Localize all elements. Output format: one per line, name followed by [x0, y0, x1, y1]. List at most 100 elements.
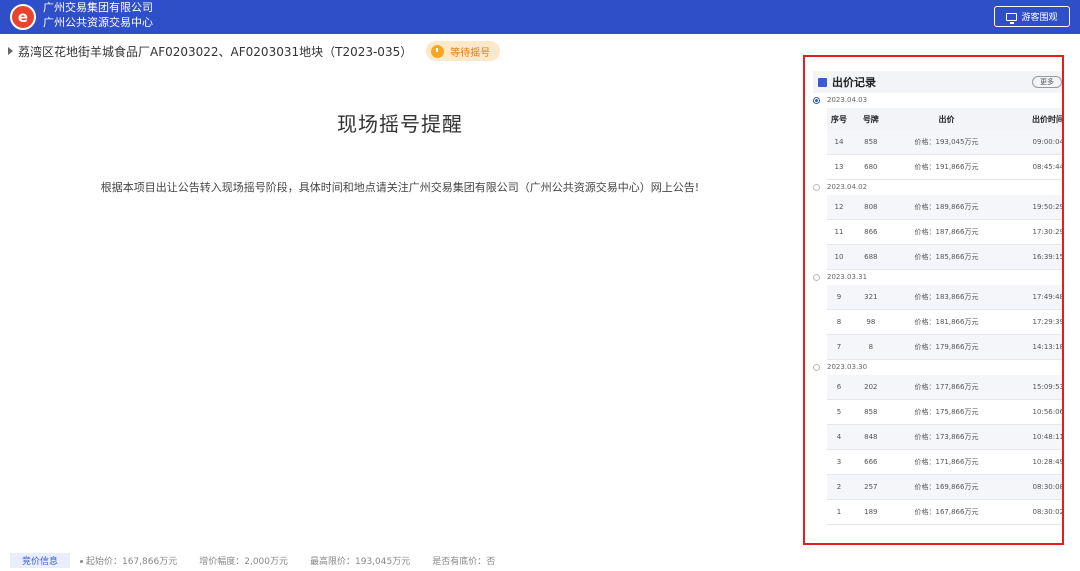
bid-record-title: 出价记录 [832, 76, 876, 89]
org-subname: 广州公共资源交易中心 [43, 16, 153, 29]
bid-price: 价格：193,045万元 [914, 138, 979, 146]
bid-row: 13 680 价格：191,866万元 08:45:44 [827, 155, 1064, 180]
bid-info-tab[interactable]: 竞价信息 [10, 552, 71, 568]
bid-time: 16:39:15 [1032, 253, 1064, 261]
record-icon [818, 77, 827, 87]
column-header: 序号 [830, 114, 847, 124]
timeline-dot-icon [813, 364, 820, 371]
timeline-dot-icon [813, 97, 820, 104]
bid-price: 价格：171,866万元 [914, 458, 979, 466]
bid-plate: 321 [864, 293, 878, 301]
bid-record-header: 出价记录 更多 [813, 71, 1062, 93]
bid-time: 10:56:06 [1032, 408, 1064, 416]
column-header: 出价 [938, 114, 955, 124]
bid-plate: 808 [864, 203, 878, 211]
bid-plate: 666 [864, 458, 878, 466]
bid-time: 17:29:39 [1032, 318, 1064, 326]
bid-plate: 680 [864, 163, 878, 171]
bid-record-panel: 出价记录 更多 2023.04.03 序号 号牌 出价 出价时间 14 858 价格：193,… [803, 55, 1064, 545]
bid-no: 7 [836, 343, 842, 351]
bid-no: 3 [836, 458, 842, 466]
bid-plate: 189 [864, 508, 878, 516]
bid-row: 11 866 价格：187,866万元 17:30:29 [827, 220, 1064, 245]
status-badge: 等待摇号 [426, 41, 501, 61]
timeline-dot-icon [813, 184, 820, 191]
more-button[interactable]: 更多 [1032, 76, 1062, 88]
bid-price: 价格：173,866万元 [914, 433, 979, 441]
bid-no: 1 [836, 508, 842, 516]
column-header-row: 序号 号牌 出价 出价时间 [827, 108, 1064, 130]
bid-no: 10 [834, 253, 844, 261]
bid-price: 价格：185,866万元 [914, 253, 979, 261]
bid-row: 10 688 价格：185,866万元 16:39:15 [827, 245, 1064, 270]
bid-price: 价格：191,866万元 [914, 163, 979, 171]
bid-time: 08:45:44 [1032, 163, 1064, 171]
bid-no: 4 [836, 433, 842, 441]
project-title-row: 荔湾区花地街羊城食品厂AF0203022、AF0203031地块（T2023-0… [8, 40, 501, 62]
logo-icon: e [10, 4, 36, 30]
caret-right-icon [8, 47, 13, 55]
bid-time: 19:50:29 [1032, 203, 1064, 211]
bid-row: 7 8 价格：179,866万元 14:13:18 [827, 335, 1064, 360]
bid-plate: 858 [864, 408, 878, 416]
column-header: 号牌 [862, 114, 879, 124]
bid-time: 15:09:53 [1032, 383, 1064, 391]
date-text: 2023.03.30 [827, 363, 868, 371]
bid-row: 8 98 价格：181,866万元 17:29:39 [827, 310, 1064, 335]
bid-time: 17:49:48 [1032, 293, 1064, 301]
bid-plate: 98 [866, 318, 876, 326]
bid-no: 8 [836, 318, 842, 326]
bid-row: 5 858 价格：175,866万元 10:56:06 [827, 400, 1064, 425]
clock-icon [431, 44, 445, 58]
bid-no: 2 [836, 483, 842, 491]
bid-plate: 202 [864, 383, 878, 391]
bid-plate: 848 [864, 433, 878, 441]
bid-plate: 866 [864, 228, 878, 236]
date-group-label: 2023.03.30 [813, 360, 1062, 375]
bid-record-list[interactable]: 出价记录 更多 2023.04.03 序号 号牌 出价 出价时间 14 858 价格：193,… [813, 71, 1064, 525]
bid-plate: 858 [864, 138, 878, 146]
notice-text: 根据本项目出让公告转入现场摇号阶段，具体时间和地点请关注广州交易集团有限公司（广… [100, 181, 700, 194]
bid-price: 价格：187,866万元 [914, 228, 979, 236]
bid-plate: 8 [868, 343, 874, 351]
bid-time: 14:13:18 [1032, 343, 1064, 351]
increment: 增价幅度：2,000万元 [199, 556, 288, 567]
bid-no: 12 [834, 203, 844, 211]
visitor-button-label: 游客围观 [1021, 13, 1058, 23]
bid-price: 价格：181,866万元 [914, 318, 979, 326]
bid-no: 14 [834, 138, 844, 146]
bid-time: 17:30:29 [1032, 228, 1064, 236]
bid-row: 14 858 价格：193,045万元 09:00:04 [827, 130, 1062, 155]
bid-no: 5 [836, 408, 842, 416]
monitor-icon [1006, 12, 1018, 24]
bid-info-bar: 竞价信息 起始价：167,866万元 增价幅度：2,000万元 最高限价：193… [10, 552, 517, 568]
visitor-watch-button[interactable]: 游客围观 [994, 6, 1070, 27]
bid-no: 6 [836, 383, 842, 391]
bid-row: 4 848 价格：173,866万元 10:48:11 [827, 425, 1064, 450]
page-heading: 现场摇号提醒 [337, 112, 463, 136]
bullet-icon [80, 559, 84, 563]
logo-letter: e [17, 7, 29, 26]
bid-price: 价格：177,866万元 [914, 383, 979, 391]
bid-row: 2 257 价格：169,866万元 08:30:08 [827, 475, 1064, 500]
bid-price: 价格：169,866万元 [914, 483, 979, 491]
bid-row: 6 202 价格：177,866万元 15:09:53 [827, 375, 1064, 400]
bid-plate: 688 [864, 253, 878, 261]
date-group-label: 2023.04.02 [813, 180, 1062, 195]
bid-time: 10:48:11 [1032, 433, 1064, 441]
bid-time: 08:30:08 [1032, 483, 1064, 491]
date-group-label: 2023.03.31 [813, 270, 1062, 285]
bid-row: 1 189 价格：167,866万元 08:30:02 [827, 500, 1062, 525]
start-price-text: 起始价：167,866万元 [86, 556, 178, 567]
bid-price: 价格：183,866万元 [914, 293, 979, 301]
bid-plate: 257 [864, 483, 878, 491]
bid-no: 13 [834, 163, 844, 171]
bid-price: 价格：175,866万元 [914, 408, 979, 416]
start-price: 起始价：167,866万元 [80, 554, 177, 567]
timeline-dot-icon [813, 274, 820, 281]
date-text: 2023.03.31 [827, 273, 868, 281]
top-header: e 广州交易集团有限公司 广州公共资源交易中心 游客围观 [0, 0, 1080, 34]
date-text: 2023.04.03 [827, 96, 868, 104]
column-header: 出价时间 [1032, 114, 1064, 124]
bid-row: 9 321 价格：183,866万元 17:49:48 [827, 285, 1064, 310]
